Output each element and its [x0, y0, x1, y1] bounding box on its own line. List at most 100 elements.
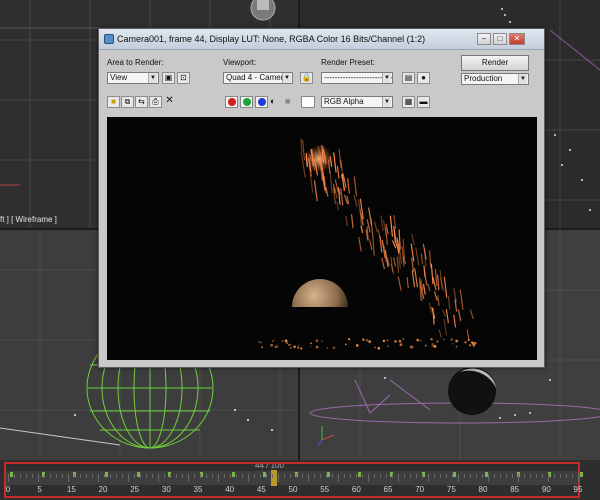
environment-button[interactable]: ●: [417, 72, 430, 84]
tick-mark: [398, 474, 399, 482]
floor-spark: [455, 339, 459, 343]
keyframe-marker[interactable]: [358, 472, 362, 477]
floor-spark: [394, 340, 397, 343]
half-circle-icon: ◐: [270, 96, 276, 106]
lock-viewport-button[interactable]: 🔒: [300, 72, 313, 84]
auto-region-button[interactable]: ⊡: [177, 72, 190, 84]
spark-streak: [377, 229, 381, 239]
tick-mark: [236, 474, 237, 478]
tick-label: 25: [130, 485, 140, 494]
viewport-dropdown[interactable]: Quad 4 - Cameral ▼: [223, 72, 293, 84]
green-channel-toggle[interactable]: [240, 96, 253, 108]
floor-spark: [272, 340, 274, 342]
spark-streak: [457, 309, 462, 322]
print-image-button[interactable]: ⎙: [149, 96, 162, 108]
red-channel-toggle[interactable]: [225, 96, 238, 108]
keyframe-marker[interactable]: [105, 472, 108, 477]
tick-mark: [362, 474, 363, 478]
spark-streak: [443, 276, 448, 298]
tick-mark: [80, 474, 81, 478]
tick-label: 75: [446, 485, 456, 494]
keyframe-marker[interactable]: [580, 472, 583, 477]
floor-sparks: [258, 337, 477, 350]
keyframe-marker[interactable]: [231, 472, 235, 477]
tick-label: 20: [98, 485, 108, 494]
render-preset-dropdown[interactable]: -------------------------- ▼: [321, 72, 393, 84]
floor-spark: [315, 339, 319, 343]
maximize-button[interactable]: □: [493, 33, 507, 45]
title-bar[interactable]: Camera001, frame 44, Display LUT: None, …: [99, 29, 544, 50]
keyframe-marker[interactable]: [10, 472, 13, 477]
keyframe-marker[interactable]: [326, 472, 330, 477]
app-icon: [104, 34, 114, 44]
render-button[interactable]: Render: [461, 55, 529, 71]
tick-mark: [326, 474, 327, 478]
tick-mark: [128, 474, 129, 482]
render-output-canvas[interactable]: [107, 117, 537, 360]
tick-label: 95: [573, 485, 583, 494]
save-image-button[interactable]: ■: [107, 96, 120, 108]
spark-streak: [333, 152, 337, 173]
tick-mark: [470, 474, 471, 478]
spark-streak: [411, 270, 415, 288]
tick-mark: [74, 474, 75, 478]
clear-button[interactable]: ✕: [163, 96, 176, 108]
tick-mark: [38, 474, 39, 482]
tick-label: 40: [225, 485, 235, 494]
spark-streak: [329, 172, 333, 194]
monochrome-toggle[interactable]: ■: [285, 96, 298, 108]
floor-spark: [471, 343, 474, 346]
spark-streak: [470, 309, 474, 320]
tick-mark: [242, 474, 243, 478]
blue-channel-toggle[interactable]: [255, 96, 268, 108]
alpha-channel-toggle[interactable]: ◐: [270, 96, 283, 108]
blue-channel-icon: [258, 98, 266, 106]
floor-spark: [356, 344, 359, 347]
tick-mark: [140, 474, 141, 478]
tick-mark: [500, 474, 501, 478]
tick-mark: [476, 474, 477, 478]
spark-streak: [302, 139, 306, 161]
red-channel-icon: [228, 98, 236, 106]
tick-mark: [68, 474, 69, 482]
tick-mark: [218, 474, 219, 482]
render-setup-button[interactable]: ▤: [402, 72, 415, 84]
tick-mark: [404, 474, 405, 478]
spark-streak: [398, 254, 401, 269]
tick-mark: [554, 474, 555, 478]
spark-streak: [358, 199, 361, 214]
tick-mark: [260, 474, 261, 478]
time-slider-track: 44 / 100 0 5 15 20 25 30 35 40 45 50 55 60 65 70 75 80 8…: [0, 460, 600, 500]
spark-streak: [429, 250, 432, 269]
floor-spark: [310, 345, 312, 348]
render-setup-icon: ▤: [404, 73, 413, 82]
floor-spark: [456, 345, 458, 348]
production-dropdown[interactable]: Production ▼: [461, 73, 529, 85]
toggle-ui-overlays-button[interactable]: ▦: [402, 96, 415, 108]
area-to-render-value: View: [110, 73, 128, 82]
close-button[interactable]: ✕: [509, 33, 525, 45]
tick-mark: [200, 474, 201, 478]
toggle-ui-button[interactable]: ▬: [417, 96, 430, 108]
swatch-color[interactable]: [301, 96, 315, 108]
area-to-render-dropdown[interactable]: View ▼: [107, 72, 159, 84]
spark-streak: [434, 268, 438, 287]
tick-mark: [566, 474, 567, 478]
ui-icon: ▬: [419, 97, 428, 106]
display-channel-dropdown[interactable]: RGB Alpha ▼: [321, 96, 393, 108]
tick-mark: [512, 474, 513, 478]
minimize-button[interactable]: –: [477, 33, 491, 45]
floor-spark: [348, 338, 351, 341]
display-channel-value: RGB Alpha: [324, 97, 364, 106]
spark-streak: [414, 268, 418, 288]
clone-window-button[interactable]: ⇆: [135, 96, 148, 108]
chevron-down-icon: ▼: [382, 97, 391, 107]
clone-icon: ⇆: [138, 97, 145, 106]
edit-region-button[interactable]: ▣: [162, 72, 175, 84]
viewport-label[interactable]: ft ] [ Wireframe ]: [0, 215, 57, 224]
floor-spark: [297, 346, 300, 349]
copy-image-button[interactable]: ⧉: [121, 96, 134, 108]
tick-label: 30: [161, 485, 171, 494]
tick-label: 0: [5, 485, 11, 494]
keyframe-marker[interactable]: [453, 472, 457, 477]
